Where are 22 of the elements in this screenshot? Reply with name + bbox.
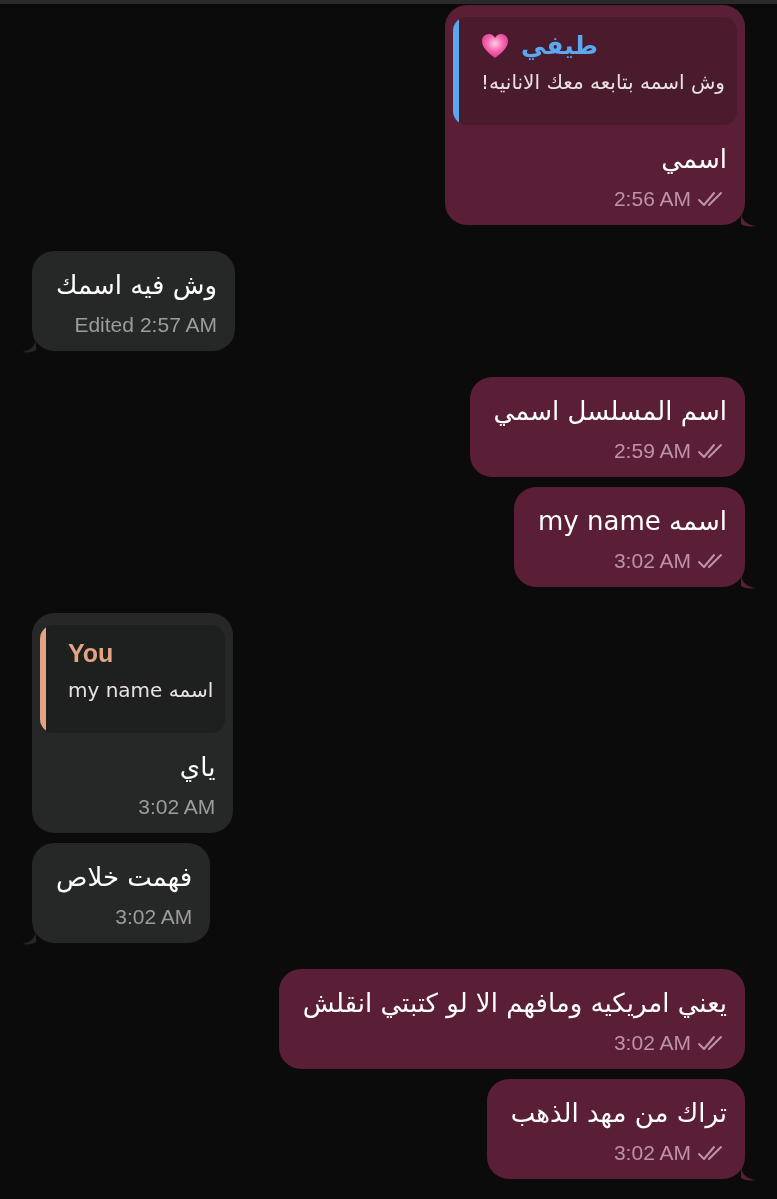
message-text: اسمه my name bbox=[538, 505, 727, 538]
message-time: 3:02 AM bbox=[613, 549, 691, 573]
message-time: 2:57 AM bbox=[139, 313, 217, 337]
quoted-reply[interactable]: طيفي وش اسمه بتابعه معك الانانيه! bbox=[453, 17, 737, 125]
reply-sender-name: You bbox=[68, 639, 114, 668]
message-text: اسمي bbox=[661, 143, 727, 176]
message-time: 2:59 AM bbox=[613, 439, 691, 463]
message-time: 3:02 AM bbox=[613, 1141, 691, 1165]
message-text: تراك من مهد الذهب bbox=[510, 1097, 727, 1131]
message-time: 3:02 AM bbox=[613, 1031, 691, 1055]
quoted-message-text: وش اسمه بتابعه معك الانانيه! bbox=[481, 70, 725, 94]
edited-label: Edited bbox=[74, 313, 134, 337]
message-text: فهمت خلاص bbox=[56, 861, 193, 895]
message-text: يعني امريكيه ومافهم الا لو كتبتي انقلش bbox=[302, 987, 727, 1021]
message-text: ياي bbox=[179, 751, 216, 784]
message-time: 3:02 AM bbox=[138, 795, 216, 819]
message-time: 3:02 AM bbox=[115, 905, 193, 929]
reply-sender-name: طيفي bbox=[521, 31, 599, 60]
quoted-message-text: اسمه my name bbox=[68, 678, 214, 702]
message-text: اسم المسلسل اسمي bbox=[493, 395, 727, 429]
message-text: وش فيه اسمك bbox=[56, 269, 217, 303]
message-time: 2:56 AM bbox=[613, 187, 691, 211]
